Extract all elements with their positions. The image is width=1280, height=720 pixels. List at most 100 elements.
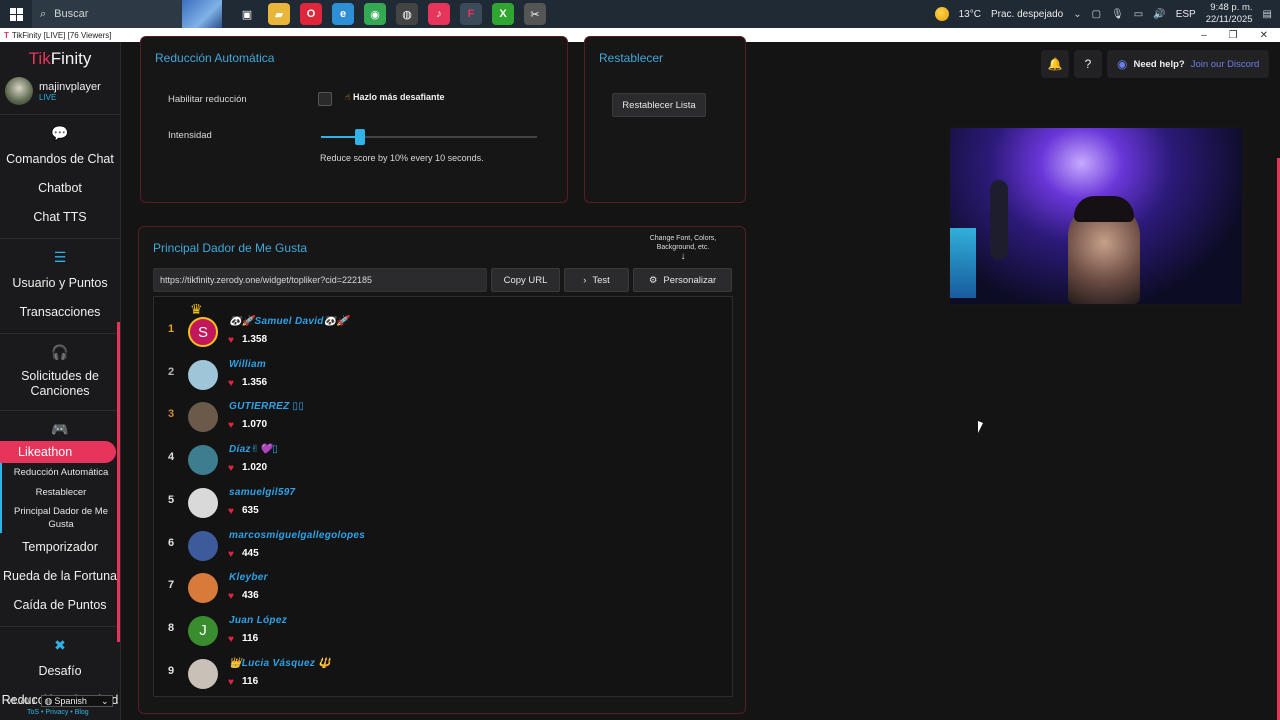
avatar (5, 77, 33, 105)
enable-reduction-label: Habilitar reducción (168, 94, 247, 105)
notifications-icon[interactable]: ▤ (1263, 9, 1272, 20)
sidebar-item-chat-commands[interactable]: Comandos de Chat (0, 145, 120, 174)
tiktok-icon[interactable]: ♪ (428, 3, 450, 25)
rank-number: 6 (167, 536, 175, 549)
weather-icon (934, 7, 949, 21)
task-view-icon[interactable]: ▣ (236, 3, 258, 25)
live-badge: LIVE (39, 92, 57, 102)
file-explorer-icon[interactable]: ▰ (268, 3, 290, 25)
enable-reduction-checkbox[interactable] (318, 92, 332, 106)
camera-icon[interactable]: ▢ (1092, 9, 1101, 20)
close-icon[interactable]: ✕ (1260, 30, 1268, 41)
footer-links[interactable]: ToS • Privacy • Blog (7, 709, 120, 716)
windows-icon (9, 7, 23, 21)
divider (0, 238, 120, 239)
subitem-top-liker[interactable]: Principal Dador de Me Gusta (2, 503, 120, 533)
entry-name: samuelgil597 (229, 486, 296, 498)
clock[interactable]: 9:48 p. m. 22/11/2025 (1206, 2, 1253, 26)
rank-number: 4 (167, 451, 175, 464)
sidebar-item-likeathon[interactable]: Likeathon (0, 441, 116, 463)
avatar (188, 445, 218, 476)
customize-button[interactable]: ⚙ Personalizar (633, 268, 732, 292)
avatar (188, 573, 218, 604)
join-discord-link[interactable]: Join our Discord (1191, 59, 1260, 70)
minimize-icon[interactable]: – (1201, 30, 1207, 41)
chrome-icon[interactable]: ◉ (364, 3, 386, 25)
chevron-up-icon[interactable]: ⌄ (1073, 9, 1081, 20)
rank-number: 9 (167, 664, 175, 677)
rank-number: 5 (167, 493, 175, 506)
help-icon[interactable]: ? (1074, 50, 1102, 78)
opera-icon[interactable]: O (300, 3, 322, 25)
sidebar-item-users-points[interactable]: Usuario y Puntos (0, 269, 120, 298)
medal-icon: 3 (167, 408, 175, 421)
sidebar-item-points-drop[interactable]: Caída de Puntos (0, 591, 120, 620)
subitem-reset[interactable]: Restablecer (2, 483, 120, 503)
panel-title: Reducción Automática (155, 51, 275, 65)
reset-panel: Restablecer Restablecer Lista (584, 36, 746, 203)
sidebar-item-chat-tts[interactable]: Chat TTS (0, 203, 120, 232)
capcut-icon[interactable]: ✂ (524, 3, 546, 25)
streamer-hair (1074, 196, 1134, 222)
sidebar-item-challenge[interactable]: Desafío (0, 657, 120, 686)
sidebar-item-song-requests[interactable]: Solicitudes de Canciones (0, 364, 120, 404)
like-count: 1.356 (242, 376, 268, 388)
leaderboard-entry: 9 👑Lucia Vásquez 🔱 ♥ 116 (154, 655, 714, 697)
leaderboard-entry: 2 William ♥ 1.356 (154, 356, 714, 398)
top-liker-panel: Principal Dador de Me Gusta Change Font,… (138, 226, 746, 714)
avatar-initial: S (197, 323, 208, 341)
avatar (188, 658, 218, 689)
webcam-preview (950, 128, 1242, 304)
network-icon[interactable]: ▭ (1134, 9, 1143, 20)
brand-logo[interactable]: TikFinity (0, 42, 120, 74)
heart-icon: ♥ (228, 335, 234, 346)
discord-help-button[interactable]: ◉ Need help? Join our Discord (1107, 50, 1270, 78)
windows-taskbar: ⌕ Buscar ▣ ▰ Oe ◉ ◍ ♪ F X ✂ 13°C Prac. despejado… (0, 0, 1280, 28)
test-button[interactable]: › Test (564, 268, 629, 292)
like-count: 436 (242, 590, 259, 602)
restore-icon[interactable]: ❐ (1229, 30, 1238, 41)
input-language[interactable]: ESP (1176, 9, 1196, 20)
sidebar-item-transactions[interactable]: Transacciones (0, 298, 120, 327)
microphone-icon[interactable]: 🎙 (1111, 9, 1124, 20)
sidebar-item-timer[interactable]: Temporizador (0, 533, 120, 562)
leaderboard-entry: 6 marcosmiguelgallegolopes ♥ 445 (154, 527, 714, 569)
sidebar-scrollbar[interactable] (117, 322, 120, 642)
guitar-shape (990, 180, 1008, 260)
bell-icon[interactable]: 🔔 (1041, 50, 1069, 78)
sidebar-item-wheel-of-fortune[interactable]: Rueda de la Fortuna (0, 562, 120, 591)
intensity-slider-thumb[interactable] (354, 129, 365, 145)
gear-icon: ⚙ (648, 274, 658, 286)
divider (0, 410, 120, 411)
like-count: 1.070 (242, 419, 268, 431)
sidebar-item-chatbot[interactable]: Chatbot (0, 174, 120, 203)
weather-temp: 13°C (958, 8, 981, 20)
obs-icon[interactable]: ◍ (396, 3, 418, 25)
challenge-hint-text: Hazlo más desafiante (352, 92, 445, 102)
heart-icon: ♥ (228, 420, 234, 432)
like-count: 445 (242, 547, 259, 559)
arrow-down-icon: ↓ (680, 251, 686, 262)
divider (0, 333, 120, 334)
taskbar-search[interactable]: ⌕ Buscar (32, 0, 222, 28)
reset-list-button[interactable]: Restablecer Lista (612, 93, 706, 117)
main-content: Reducción Automática Habilitar reducción… (121, 36, 1280, 720)
panel-title: Principal Dador de Me Gusta (153, 241, 308, 255)
user-profile[interactable]: majinvplayer LIVE (0, 74, 120, 108)
search-highlight-image (182, 0, 222, 28)
globe-icon: ◍ (44, 696, 53, 706)
clock-date: 22/11/2025 (1205, 14, 1253, 25)
edge-icon[interactable]: e (332, 3, 354, 25)
leaderboard-entry: 7 Kleyber ♥ 436 (154, 569, 714, 611)
xbox-icon[interactable]: X (492, 3, 514, 25)
start-button[interactable] (0, 0, 32, 28)
language-select[interactable]: ◍ Spanish ⌄ (40, 695, 113, 707)
copy-url-button[interactable]: Copy URL (491, 268, 560, 292)
widget-url-field[interactable]: https://tikfinity.zerody.one/widget/topl… (153, 268, 487, 292)
volume-icon[interactable]: 🔊 (1153, 9, 1165, 20)
customize-button-label: Personalizar (663, 274, 717, 286)
tikfinity-icon[interactable]: F (460, 3, 482, 25)
weather-text: Prac. despejado (990, 8, 1064, 20)
avatar-initial: J (199, 622, 207, 640)
subitem-auto-reduction[interactable]: Reducción Automática (2, 463, 120, 483)
